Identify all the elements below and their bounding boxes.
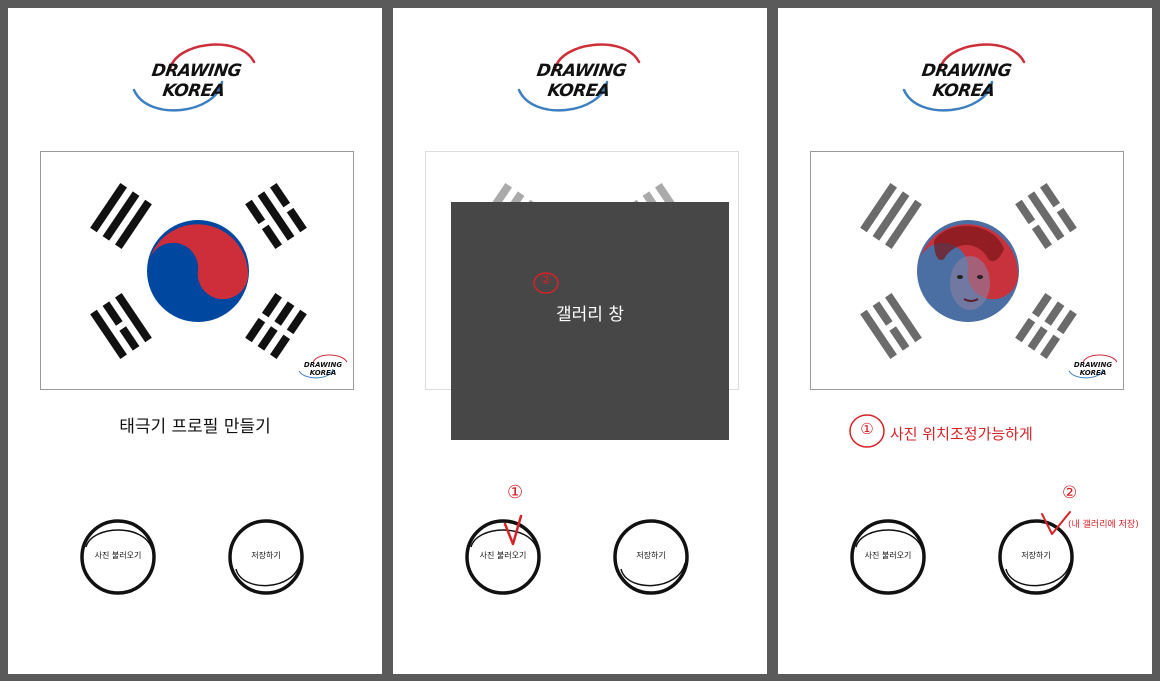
annotation-marker-2: ② — [1062, 483, 1078, 503]
profile-flag-preview: DRAWING KOREA — [40, 151, 354, 390]
flag-watermark-logo: DRAWING KOREA — [297, 353, 349, 379]
save-label: 저장하기 — [251, 551, 281, 560]
watermark-text: DRAWING KOREA — [1073, 361, 1113, 377]
annotation-marker-1: ① — [507, 482, 524, 503]
logo-text: DRAWING KOREA — [920, 61, 1013, 101]
load-photo-button[interactable]: 사진 불러오기 — [78, 517, 158, 597]
photo-taeguk — [917, 220, 1019, 322]
save-label: 저장하기 — [1021, 551, 1051, 560]
screen-initial: DRAWING KOREA DRAWING KOREA 태극기 프로필 만들기 … — [8, 8, 382, 674]
annotation-save-to-gallery: (내 갤러리에 저장) — [1068, 520, 1139, 530]
profile-flag-preview: DRAWING KOREA — [810, 151, 1124, 390]
screen-gallery-open: DRAWING KOREA 갤러리 창 ② 사진 불러오기 저장하기 ① — [393, 8, 767, 674]
page-title: 태극기 프로필 만들기 — [119, 417, 271, 437]
load-photo-button[interactable]: 사진 불러오기 — [848, 517, 928, 597]
save-button[interactable]: 저장하기 — [611, 517, 691, 597]
watermark-text: DRAWING KOREA — [303, 361, 343, 377]
flag-watermark-logo: DRAWING KOREA — [1067, 353, 1119, 379]
annotation-adjust-position: 사진 위치조정가능하게 — [890, 425, 1033, 443]
save-button[interactable]: 저장하기 — [226, 517, 306, 597]
load-photo-label: 사진 불러오기 — [94, 551, 142, 560]
annotation-marker-2: ② — [532, 270, 560, 296]
screen-photo-applied: DRAWING KOREA DRAWING KOREA ① 사진 위치조정가능하… — [778, 8, 1152, 674]
check-mark-icon — [503, 514, 523, 546]
save-label: 저장하기 — [636, 551, 666, 560]
app-logo: DRAWING KOREA — [130, 36, 260, 120]
load-photo-label: 사진 불러오기 — [479, 551, 527, 560]
annotation-marker-1: ① — [848, 413, 886, 449]
gallery-window[interactable]: 갤러리 창 — [451, 202, 729, 440]
app-logo: DRAWING KOREA — [900, 36, 1030, 120]
logo-text: DRAWING KOREA — [150, 61, 243, 101]
logo-text: DRAWING KOREA — [535, 61, 628, 101]
app-logo: DRAWING KOREA — [515, 36, 645, 120]
load-photo-label: 사진 불러오기 — [864, 551, 912, 560]
gallery-window-label: 갤러리 창 — [556, 305, 624, 325]
